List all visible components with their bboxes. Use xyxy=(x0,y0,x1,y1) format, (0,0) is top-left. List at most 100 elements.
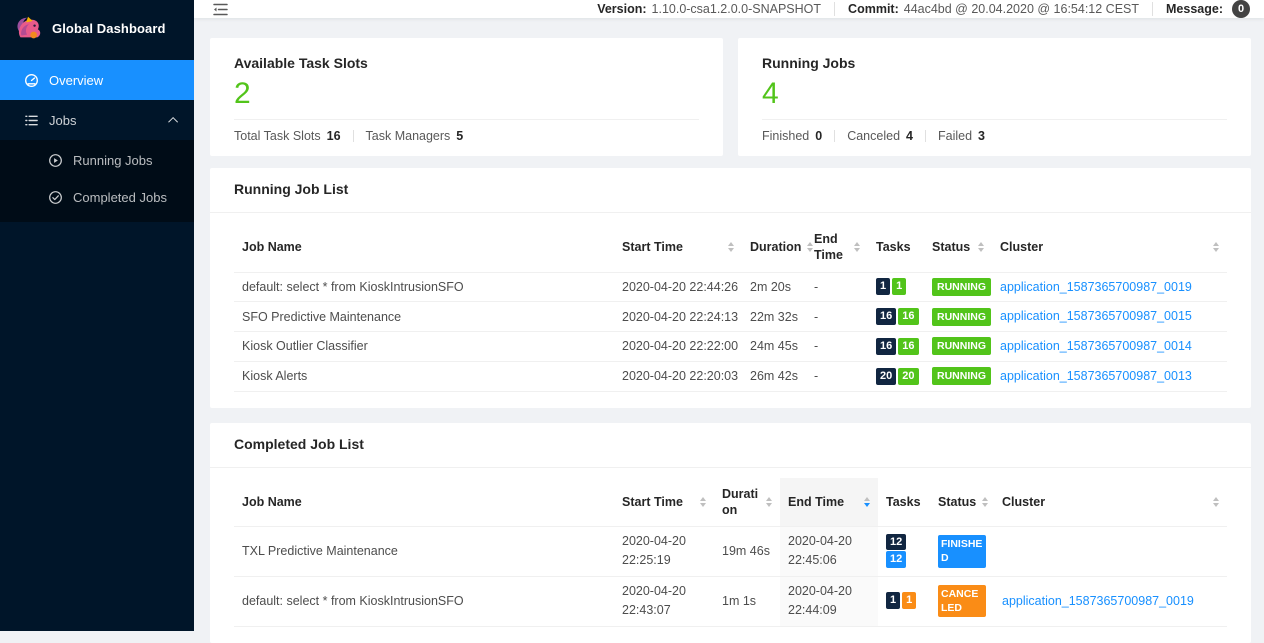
sort-icon[interactable] xyxy=(976,497,988,507)
status-badge: FINISHED xyxy=(938,535,986,567)
status-badge: CANCELED xyxy=(938,585,986,617)
card-header: Completed Job List xyxy=(210,423,1251,468)
list-icon xyxy=(24,113,39,128)
sort-icon[interactable] xyxy=(694,497,706,507)
duration-cell: 19m 46s xyxy=(714,527,780,577)
message-count-badge[interactable]: 0 xyxy=(1232,0,1250,18)
table-header-row: Job Name Start Time Duration End Time Ta… xyxy=(234,223,1227,272)
sidebar-item-jobs[interactable]: Jobs xyxy=(0,100,194,140)
sort-icon-active-desc[interactable] xyxy=(858,497,870,507)
cluster-cell: application_1587365700987_0013 xyxy=(992,361,1227,391)
divider xyxy=(834,130,835,142)
tasks-cell: 11 xyxy=(878,576,930,626)
version-label: Version: xyxy=(597,2,646,16)
start-time-cell: 2020-04-20 22:43:07 xyxy=(614,576,714,626)
duration-cell: 22m 32s xyxy=(742,302,806,332)
content: Available Task Slots 2 Total Task Slots … xyxy=(194,18,1264,643)
tasks-cell: 1616 xyxy=(868,302,924,332)
duration-cell: 2m 20s xyxy=(742,272,806,302)
jobs-submenu: Running Jobs Completed Jobs xyxy=(0,140,194,222)
start-time-cell: 2020-04-20 22:22:00 xyxy=(614,332,742,362)
column-header-status[interactable]: Status xyxy=(924,223,992,272)
main-area: Version: 1.10.0-csa1.2.0.0-SNAPSHOT Comm… xyxy=(194,0,1264,631)
column-header-cluster[interactable]: Cluster xyxy=(992,223,1227,272)
job-row: Kiosk Alerts 2020-04-20 22:20:03 26m 42s… xyxy=(234,361,1227,391)
table-header-row: Job Name Start Time Duration End Time Ta… xyxy=(234,478,1227,527)
sidebar-item-completed-jobs[interactable]: Completed Jobs xyxy=(0,179,194,216)
available-task-slots-value: 2 xyxy=(234,77,699,110)
cluster-link[interactable]: application_1587365700987_0013 xyxy=(1000,369,1192,383)
column-header-duration[interactable]: Duration xyxy=(714,478,780,527)
stat-value: 4 xyxy=(906,129,913,143)
status-cell: RUNNING xyxy=(924,302,992,332)
card-title: Running Job List xyxy=(234,181,348,197)
divider xyxy=(834,2,835,16)
dashboard-icon xyxy=(24,73,39,88)
status-badge: RUNNING xyxy=(932,367,991,385)
job-row: default: select * from KioskIntrusionSFO… xyxy=(234,272,1227,302)
cluster-link[interactable]: application_1587365700987_0014 xyxy=(1000,339,1192,353)
card-title: Available Task Slots xyxy=(234,55,699,71)
tasks-cell: 1616 xyxy=(868,332,924,362)
column-header-duration[interactable]: Duration xyxy=(742,223,806,272)
play-circle-icon xyxy=(48,153,63,168)
stat-value: 16 xyxy=(327,129,341,143)
sort-icon[interactable] xyxy=(801,242,813,252)
status-badge: RUNNING xyxy=(932,308,991,326)
app-root: Global Dashboard Overview xyxy=(0,0,1264,631)
sidebar-item-label: Jobs xyxy=(49,113,76,128)
sidebar-item-overview[interactable]: Overview xyxy=(0,60,194,100)
tasks-total-badge: 12 xyxy=(886,534,906,551)
column-header-end-time[interactable]: End Time xyxy=(780,478,878,527)
cluster-link[interactable]: application_1587365700987_0019 xyxy=(1000,280,1192,294)
cluster-cell xyxy=(994,527,1227,577)
status-badge: RUNNING xyxy=(932,278,991,296)
sidebar-menu: Overview Jobs xyxy=(0,60,194,222)
sort-icon[interactable] xyxy=(1207,242,1219,252)
available-task-slots-card: Available Task Slots 2 Total Task Slots … xyxy=(210,38,723,156)
stat-label: Failed xyxy=(938,129,972,143)
end-time-cell: - xyxy=(806,302,868,332)
end-time-cell: - xyxy=(806,361,868,391)
cluster-link[interactable]: application_1587365700987_0015 xyxy=(1000,309,1192,323)
column-header-tasks: Tasks xyxy=(878,478,930,527)
tasks-total-badge: 20 xyxy=(876,368,896,385)
column-header-status[interactable]: Status xyxy=(930,478,994,527)
job-name-cell: TXL Predictive Maintenance xyxy=(234,527,614,577)
divider xyxy=(1152,2,1153,16)
column-header-cluster[interactable]: Cluster xyxy=(994,478,1227,527)
sort-icon[interactable] xyxy=(760,497,772,507)
card-body: Job Name Start Time Duration End Time Ta… xyxy=(210,468,1251,643)
sort-icon[interactable] xyxy=(722,242,734,252)
job-name-cell: default: select * from KioskIntrusionSFO xyxy=(234,272,614,302)
stat-label: Finished xyxy=(762,129,809,143)
sort-icon[interactable] xyxy=(1207,497,1219,507)
tasks-total-badge: 16 xyxy=(876,338,896,355)
sort-icon[interactable] xyxy=(972,242,984,252)
start-time-cell: 2020-04-20 22:20:03 xyxy=(614,361,742,391)
end-time-cell: - xyxy=(806,332,868,362)
menu-fold-icon[interactable] xyxy=(212,1,229,18)
running-jobs-card: Running Jobs 4 Finished 0 Canceled 4 Fai… xyxy=(738,38,1251,156)
stat-label: Task Managers xyxy=(366,129,451,143)
start-time-cell: 2020-04-20 22:24:13 xyxy=(614,302,742,332)
stat-value: 5 xyxy=(456,129,463,143)
divider xyxy=(925,130,926,142)
column-header-start-time[interactable]: Start Time xyxy=(614,223,742,272)
cluster-link[interactable]: application_1587365700987_0019 xyxy=(1002,594,1194,608)
status-cell: FINISHED xyxy=(930,527,994,577)
column-header-job-name: Job Name xyxy=(234,478,614,527)
column-header-end-time[interactable]: End Time xyxy=(806,223,868,272)
tasks-state-badge: 12 xyxy=(886,551,906,568)
column-header-start-time[interactable]: Start Time xyxy=(614,478,714,527)
tasks-cell: 1212 xyxy=(878,527,930,577)
sidebar-item-label: Overview xyxy=(49,73,103,88)
sidebar-item-running-jobs[interactable]: Running Jobs xyxy=(0,142,194,179)
sort-icon[interactable] xyxy=(848,242,860,252)
logo-row: Global Dashboard xyxy=(0,0,194,56)
status-cell: RUNNING xyxy=(924,361,992,391)
column-header-tasks: Tasks xyxy=(868,223,924,272)
tasks-state-badge: 1 xyxy=(892,278,906,295)
tasks-state-badge: 16 xyxy=(898,308,918,325)
card-header: Running Job List xyxy=(210,168,1251,213)
